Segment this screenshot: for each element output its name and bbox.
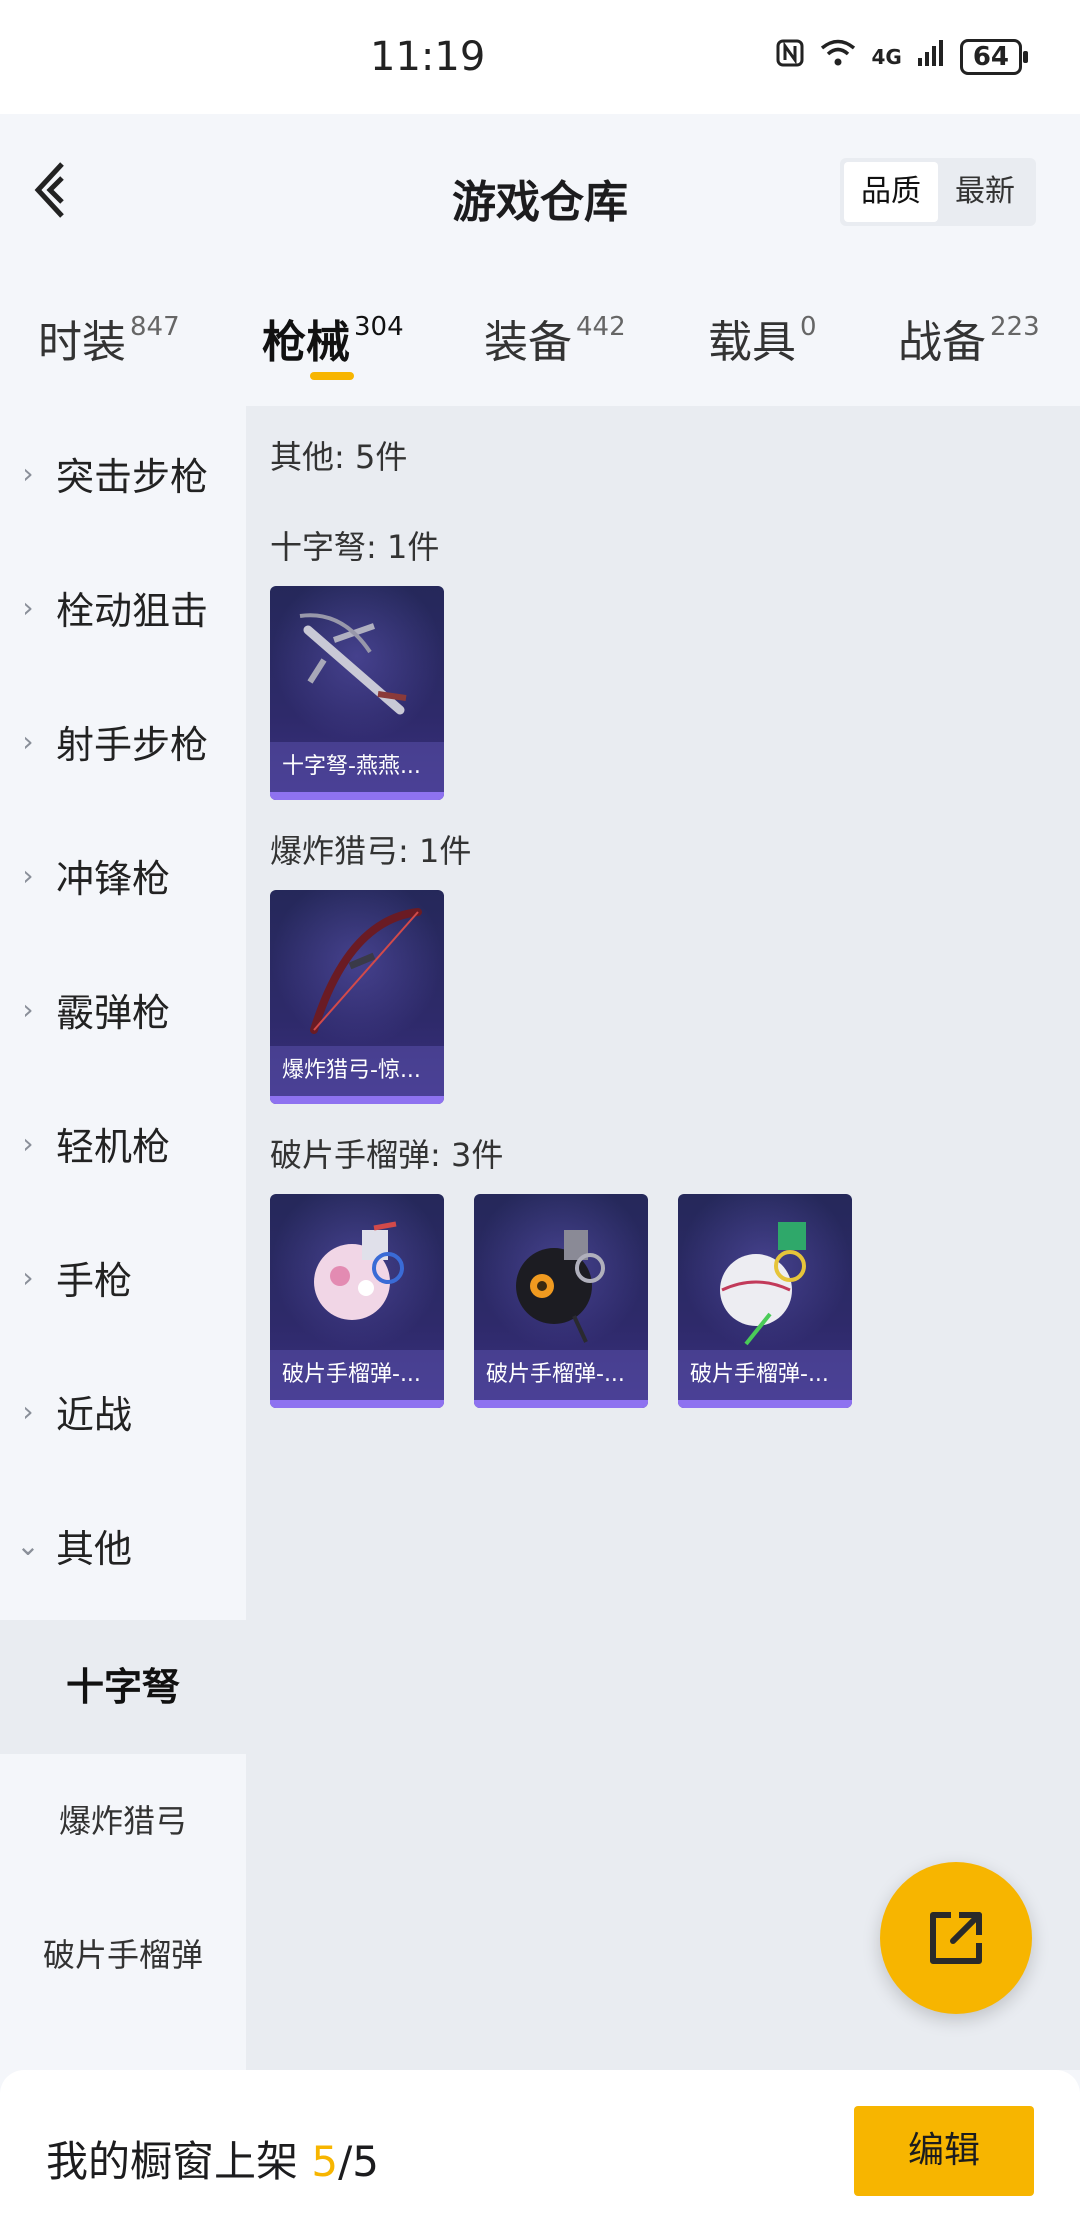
bow-icon	[310, 908, 422, 1034]
sidebar-item-pistol[interactable]: › 手枪	[0, 1210, 246, 1344]
grenade-icon	[720, 1222, 806, 1346]
chevron-right-icon: ›	[22, 1394, 34, 1428]
tab-label: 战备	[898, 317, 986, 368]
item-card[interactable]: 十字弩-燕燕...	[270, 586, 444, 800]
chevron-right-icon: ›	[22, 858, 34, 892]
section-header-crossbow: 十字弩: 1件	[270, 528, 440, 566]
signal-icon	[916, 38, 946, 75]
rarity-bar	[270, 792, 444, 800]
sidebar-item-assault-rifle[interactable]: › 突击步枪	[0, 406, 246, 540]
chevron-right-icon: ›	[22, 456, 34, 490]
tab-label: 枪械	[262, 317, 350, 368]
section-header-frag-grenade: 破片手榴弹: 3件	[270, 1136, 504, 1174]
rarity-bar	[474, 1400, 648, 1408]
edit-button[interactable]: 编辑	[854, 2106, 1034, 2196]
group-header: 其他: 5件	[270, 438, 408, 476]
chevron-right-icon: ›	[22, 1126, 34, 1160]
section-header-explosive-bow: 爆炸猎弓: 1件	[270, 832, 472, 870]
sort-toggle: 品质 最新	[840, 158, 1036, 226]
showcase-separator: /	[338, 2137, 353, 2186]
showcase-total-count: 5	[352, 2137, 379, 2186]
status-time: 11:19	[370, 34, 486, 80]
sidebar-item-label: 栓动狙击	[56, 588, 209, 633]
status-icons: 4G 64	[775, 38, 1029, 75]
sidebar-item-label: 冲锋枪	[56, 856, 171, 901]
sidebar-item-label: 突击步枪	[56, 454, 209, 499]
item-name: 破片手榴弹-...	[474, 1350, 648, 1400]
item-card[interactable]: 爆炸猎弓-惊...	[270, 890, 444, 1104]
item-card[interactable]: 破片手榴弹-...	[474, 1194, 648, 1408]
sidebar-item-shotgun[interactable]: › 霰弹枪	[0, 942, 246, 1076]
sidebar-item-smg[interactable]: › 冲锋枪	[0, 808, 246, 942]
tab-firearms[interactable]: 枪械 304	[262, 306, 404, 370]
tab-fashion[interactable]: 时装 847	[38, 306, 180, 370]
tab-label: 装备	[484, 317, 572, 368]
showcase-current-count: 5	[311, 2137, 339, 2186]
active-tab-indicator	[310, 372, 354, 380]
sidebar-item-label: 近战	[56, 1392, 133, 1437]
showcase-label-text: 我的橱窗上架	[46, 2137, 299, 2186]
rarity-bar	[270, 1096, 444, 1104]
chevron-right-icon: ›	[22, 1260, 34, 1294]
category-tabs: 时装 847 枪械 304 装备 442 载具 0 战备 223	[0, 296, 1080, 406]
tab-count: 223	[990, 312, 1040, 342]
category-sidebar: › 突击步枪 › 栓动狙击 › 射手步枪 › 冲锋枪 › 霰弹枪 › 轻机枪 › 手枪 › 近战…	[0, 406, 246, 2070]
tab-count: 304	[354, 312, 404, 342]
item-name: 爆炸猎弓-惊...	[270, 1046, 444, 1096]
network-type: 4G	[871, 44, 902, 69]
share-external-icon	[930, 1912, 982, 1964]
status-bar: 11:19 4G 64	[0, 0, 1080, 114]
grenade-icon	[516, 1230, 605, 1343]
chevron-down-icon: ⌄	[16, 1528, 40, 1562]
sidebar-item-label: 霰弹枪	[56, 990, 171, 1035]
rarity-bar	[270, 1400, 444, 1408]
sidebar-item-label: 其他	[56, 1526, 133, 1571]
chevron-right-icon: ›	[22, 724, 34, 758]
item-name: 破片手榴弹-...	[270, 1350, 444, 1400]
item-name: 破片手榴弹-...	[678, 1350, 852, 1400]
tab-count: 0	[800, 312, 817, 342]
sidebar-item-label: 手枪	[56, 1258, 133, 1303]
sidebar-item-label: 射手步枪	[56, 722, 209, 767]
tab-label: 时装	[38, 317, 126, 368]
grenade-icon	[314, 1221, 404, 1320]
showcase-label: 我的橱窗上架 5/5	[46, 2128, 379, 2189]
share-fab[interactable]	[880, 1862, 1032, 2014]
sidebar-item-other[interactable]: ⌄ 其他	[0, 1478, 246, 1612]
item-card[interactable]: 破片手榴弹-...	[270, 1194, 444, 1408]
wifi-icon	[819, 38, 857, 75]
tab-count: 442	[576, 312, 626, 342]
chevron-right-icon: ›	[22, 992, 34, 1026]
sidebar-sub-crossbow[interactable]: 十字弩	[0, 1620, 246, 1754]
crossbow-icon	[299, 613, 407, 715]
tab-supplies[interactable]: 战备 223	[898, 306, 1040, 370]
tab-equipment[interactable]: 装备 442	[484, 306, 626, 370]
tab-label: 载具	[708, 317, 796, 368]
sidebar-item-lmg[interactable]: › 轻机枪	[0, 1076, 246, 1210]
item-card[interactable]: 破片手榴弹-...	[678, 1194, 852, 1408]
sidebar-item-bolt-sniper[interactable]: › 栓动狙击	[0, 540, 246, 674]
sidebar-sub-explosive-bow[interactable]: 爆炸猎弓	[0, 1754, 246, 1888]
item-name: 十字弩-燕燕...	[270, 742, 444, 792]
rarity-bar	[678, 1400, 852, 1408]
chevron-right-icon: ›	[22, 590, 34, 624]
tab-vehicles[interactable]: 载具 0	[708, 306, 817, 370]
item-list: 其他: 5件 十字弩: 1件 十字弩-燕燕... 爆炸猎弓: 1件 爆炸猎弓-惊…	[246, 406, 1080, 2070]
page-header: 游戏仓库 品质 最新	[0, 114, 1080, 274]
sidebar-sub-frag-grenade[interactable]: 破片手榴弹	[0, 1888, 246, 2022]
sort-latest-button[interactable]: 最新	[938, 162, 1032, 222]
showcase-bar: 我的橱窗上架 5/5 编辑	[0, 2070, 1080, 2228]
tab-count: 847	[130, 312, 180, 342]
battery-indicator: 64	[959, 38, 1029, 75]
sidebar-item-marksman-rifle[interactable]: › 射手步枪	[0, 674, 246, 808]
sidebar-item-melee[interactable]: › 近战	[0, 1344, 246, 1478]
sort-quality-button[interactable]: 品质	[844, 162, 938, 222]
nfc-icon	[775, 38, 805, 75]
sidebar-item-label: 轻机枪	[56, 1124, 171, 1169]
